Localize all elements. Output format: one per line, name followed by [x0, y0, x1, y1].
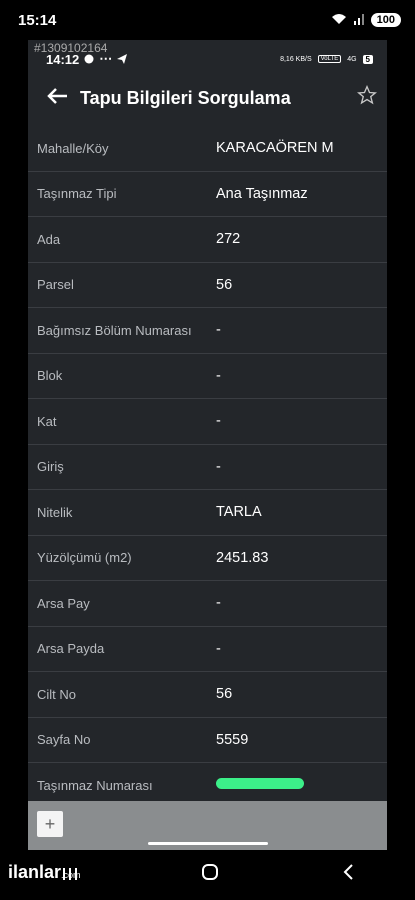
signal-icon: [353, 13, 365, 28]
row-value: 272: [216, 231, 241, 248]
wifi-icon: [331, 13, 347, 28]
screenshot-content: #1309102164 14:12 ⋯ 8,16 KB/S VoLTE 4G 5…: [28, 40, 387, 850]
favorite-button[interactable]: [347, 70, 387, 126]
table-row: Taşınmaz Tipi Ana Taşınmaz: [28, 172, 387, 217]
dots-icon: ⋯: [99, 51, 113, 66]
home-icon[interactable]: [201, 863, 219, 887]
battery-indicator: 100: [370, 13, 401, 27]
whatsapp-icon: [84, 52, 94, 67]
row-value: -: [216, 458, 221, 475]
row-label: Taşınmaz Tipi: [37, 186, 117, 202]
row-value: -: [216, 367, 221, 384]
row-value: Ana Taşınmaz: [216, 185, 308, 202]
row-value: 56: [216, 276, 233, 293]
row-label: Giriş: [37, 459, 64, 475]
table-row: Cilt No 56: [28, 672, 387, 718]
network-type: 4G: [347, 55, 357, 63]
row-label: Arsa Pay: [37, 595, 90, 611]
row-value: 56: [216, 686, 233, 703]
inner-battery: 5: [362, 54, 373, 64]
table-row: Arsa Pay -: [28, 581, 387, 627]
row-value: -: [216, 595, 221, 612]
row-label: Ada: [37, 231, 61, 247]
table-row: Mahalle/Köy KARACAÖREN M: [28, 126, 387, 172]
row-value: -: [216, 322, 221, 339]
row-value: -: [216, 640, 221, 657]
network-speed: 8,16 KB/S: [280, 55, 312, 63]
back-button[interactable]: [34, 70, 80, 126]
logo-name: ilanlar: [8, 862, 62, 882]
table-row: Blok -: [28, 354, 387, 399]
back-nav-icon[interactable]: [342, 863, 354, 887]
table-row: Sayfa No 5559: [28, 718, 387, 763]
row-value: TARLA: [216, 504, 262, 521]
row-label: Parsel: [37, 277, 74, 293]
row-value: 5559: [216, 731, 249, 748]
device-time: 15:14: [18, 11, 57, 29]
device-status-icons: 100: [331, 13, 401, 28]
table-row: Arsa Payda -: [28, 627, 387, 672]
table-row: Nitelik TARLA: [28, 490, 387, 536]
table-row: Yüzölçümü (m2) 2451.83: [28, 536, 387, 581]
table-row: Bağımsız Bölüm Numarası -: [28, 308, 387, 354]
arrow-left-icon: [46, 87, 68, 110]
redaction-highlight: [216, 778, 304, 790]
row-label: Arsa Payda: [37, 641, 105, 657]
property-info-table: Mahalle/Köy KARACAÖREN M Taşınmaz Tipi Ana…: [28, 126, 387, 809]
inner-time: 14:12: [46, 51, 80, 67]
row-value: [207, 777, 304, 793]
telegram-icon: [117, 52, 128, 67]
row-value: 2451.83: [216, 549, 269, 566]
table-row: Kat -: [28, 399, 387, 445]
star-icon: [356, 84, 378, 111]
row-label: Nitelik: [37, 504, 73, 520]
row-value: KARACAÖREN M: [216, 140, 334, 157]
row-label: Kat: [37, 413, 57, 429]
zoom-in-button[interactable]: +: [37, 811, 63, 837]
logo-suffix: .com: [61, 870, 81, 880]
row-label: Blok: [37, 368, 63, 384]
inner-status-bar: 14:12 ⋯ 8,16 KB/S VoLTE 4G 5: [28, 48, 387, 70]
home-indicator: [148, 842, 268, 845]
row-label: Taşınmaz Numarası: [37, 777, 153, 793]
row-label: Cilt No: [37, 686, 77, 702]
row-value: -: [216, 413, 221, 430]
row-label: Bağımsız Bölüm Numarası: [37, 322, 192, 338]
app-bar: Tapu Bilgileri Sorgulama: [28, 70, 387, 126]
ilanlar-logo: ilanlar.com: [8, 862, 81, 883]
row-label: Sayfa No: [37, 732, 91, 748]
table-row: Ada 272: [28, 217, 387, 263]
device-status-bar: 15:14 100: [0, 0, 415, 40]
volte-badge: VoLTE: [317, 55, 342, 63]
row-label: Yüzölçümü (m2): [37, 550, 132, 566]
row-label: Mahalle/Köy: [37, 140, 109, 156]
table-row: Parsel 56: [28, 263, 387, 308]
table-row: Giriş -: [28, 445, 387, 490]
page-title: Tapu Bilgileri Sorgulama: [80, 87, 291, 108]
